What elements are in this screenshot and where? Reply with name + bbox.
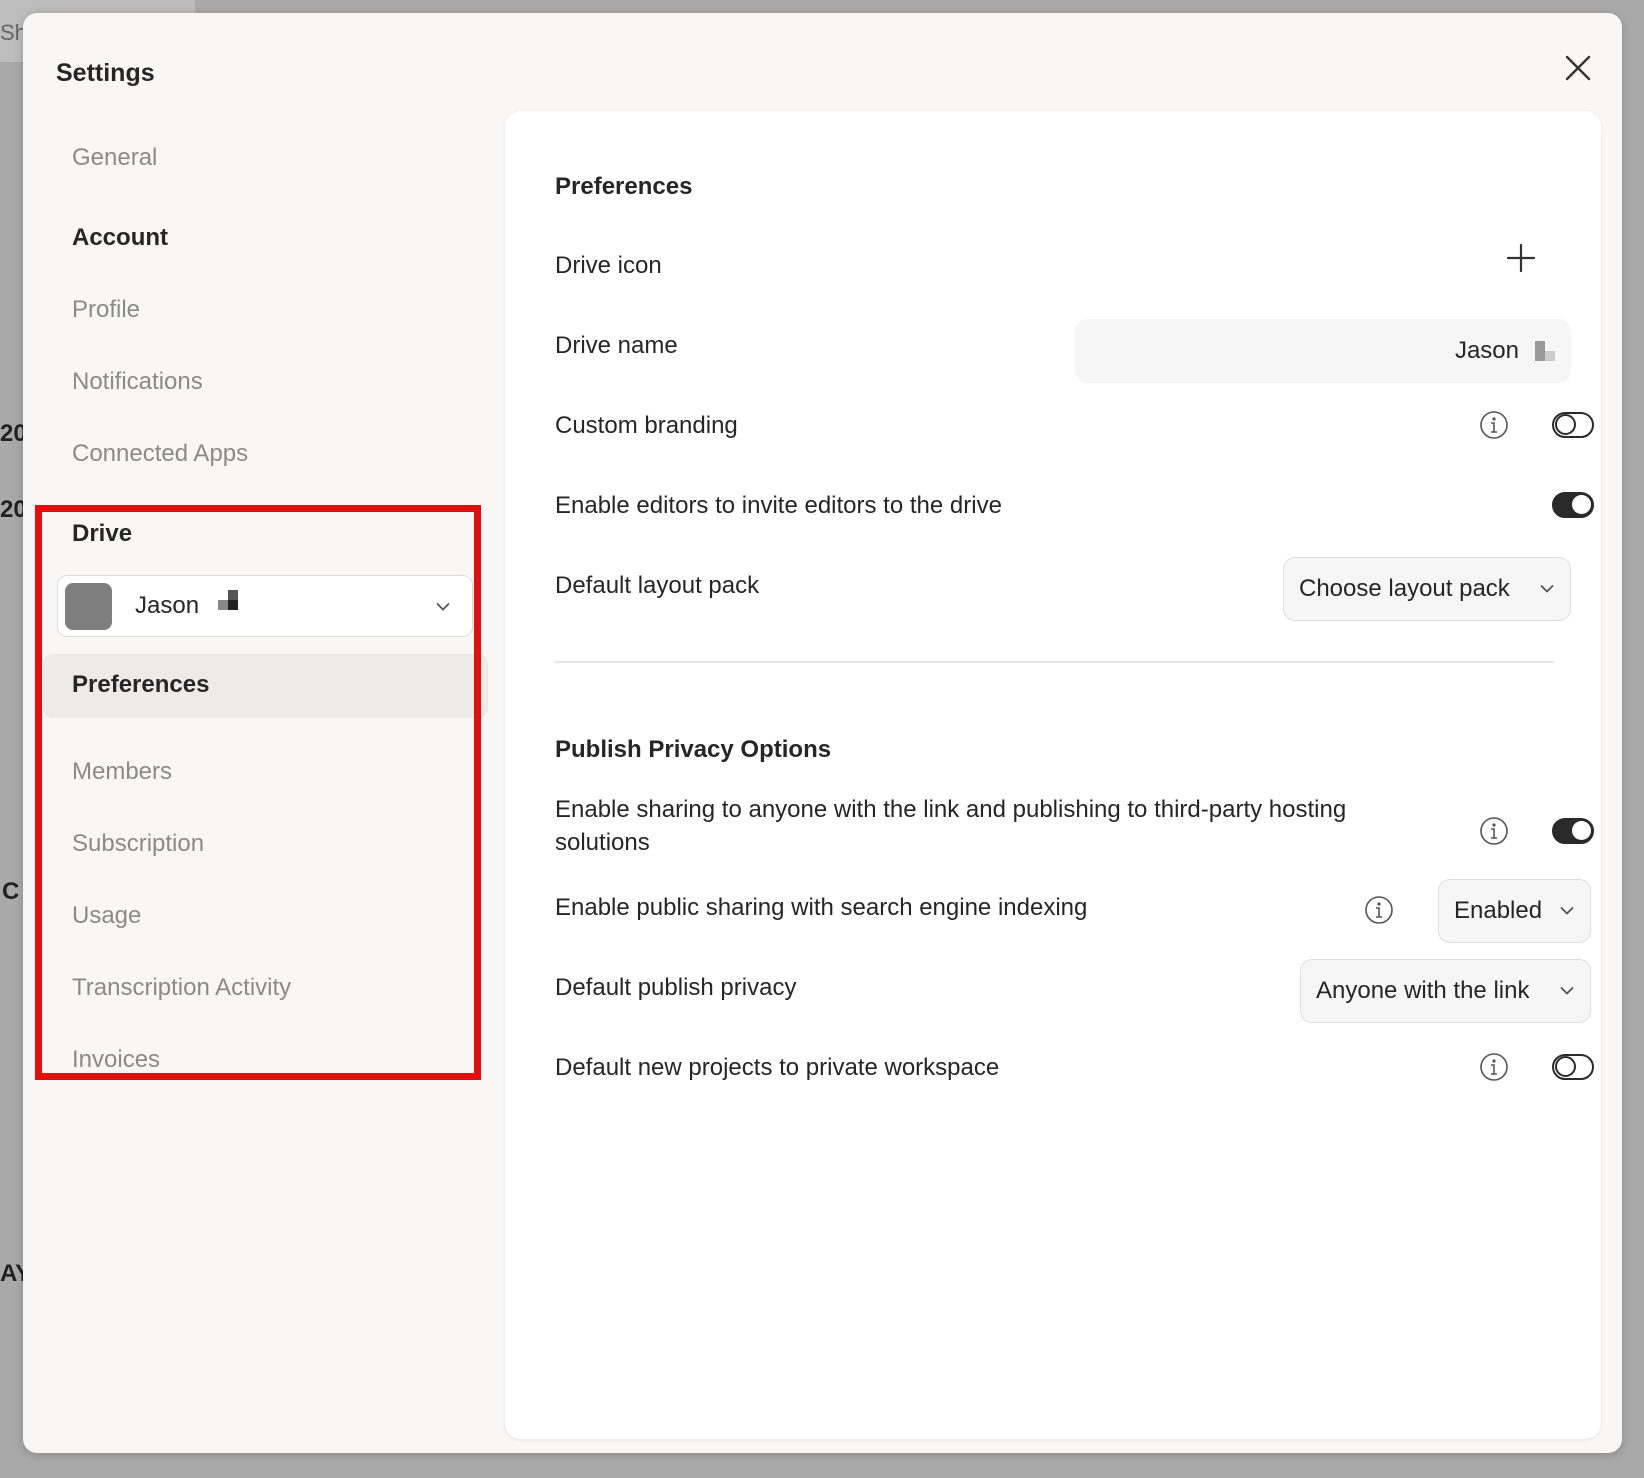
chevron-down-icon [1560, 907, 1574, 915]
sharing-toggle[interactable] [1552, 818, 1594, 844]
sidebar-item-invoices[interactable]: Invoices [72, 1046, 160, 1074]
default-privacy-select[interactable]: Anyone with the link [1300, 959, 1591, 1023]
toggle-knob [1572, 495, 1591, 514]
sidebar-item-profile[interactable]: Profile [72, 296, 140, 324]
info-icon[interactable] [1479, 1052, 1509, 1082]
indexing-label: Enable public sharing with search engine… [555, 894, 1088, 921]
layout-pack-label: Default layout pack [555, 572, 760, 599]
sidebar-item-notifications[interactable]: Notifications [72, 368, 203, 396]
private-workspace-label: Default new projects to private workspac… [555, 1054, 1000, 1081]
sidebar-heading-drive: Drive [72, 520, 133, 547]
chevron-down-icon [1560, 987, 1574, 995]
default-privacy-label: Default publish privacy [555, 974, 797, 1001]
drive-icon-label: Drive icon [555, 252, 662, 279]
drive-name-input[interactable]: Jason [1075, 319, 1571, 383]
drive-name-value: Jason [1454, 337, 1519, 364]
toggle-knob [1555, 414, 1576, 435]
sidebar-item-label: Preferences [72, 671, 210, 698]
info-icon[interactable] [1479, 816, 1509, 846]
toggle-knob [1572, 821, 1591, 840]
section-title-preferences: Preferences [555, 173, 693, 200]
close-icon [1565, 55, 1591, 81]
sidebar-item-subscription[interactable]: Subscription [72, 830, 204, 858]
sidebar: General Account Profile Notifications Co… [23, 13, 503, 1453]
sidebar-heading-account: Account [72, 224, 168, 251]
editors-invite-toggle[interactable] [1552, 492, 1594, 518]
sidebar-item-preferences[interactable]: Preferences [43, 654, 488, 718]
sidebar-item-transcription-activity[interactable]: Transcription Activity [72, 974, 291, 1002]
close-button[interactable] [1557, 47, 1599, 89]
section-divider [555, 661, 1554, 663]
info-icon[interactable] [1364, 895, 1394, 925]
sharing-label: Enable sharing to anyone with the link a… [555, 796, 1347, 856]
layout-pack-select[interactable]: Choose layout pack [1283, 557, 1571, 621]
preferences-panel: Preferences Drive icon Drive name Jason … [505, 111, 1601, 1439]
section-title-publish: Publish Privacy Options [555, 736, 832, 763]
private-workspace-toggle[interactable] [1552, 1054, 1594, 1080]
sidebar-item-members[interactable]: Members [72, 758, 172, 786]
chevron-down-icon [1540, 585, 1554, 593]
drive-selector-value: Jason [135, 592, 200, 619]
plus-icon [1506, 243, 1536, 273]
drive-avatar [65, 583, 112, 630]
indexing-select[interactable]: Enabled [1438, 879, 1591, 943]
layout-pack-value: Choose layout pack [1299, 575, 1510, 602]
drive-name-label: Drive name [555, 332, 678, 359]
custom-branding-label: Custom branding [555, 412, 738, 439]
background-fragment: C [2, 878, 20, 905]
info-icon[interactable] [1479, 410, 1509, 440]
add-drive-icon-button[interactable] [1504, 241, 1538, 275]
drive-selector[interactable]: Jason [57, 575, 473, 637]
chevron-down-icon [436, 603, 450, 611]
sidebar-item-usage[interactable]: Usage [72, 902, 141, 930]
default-privacy-value: Anyone with the link [1316, 977, 1530, 1004]
custom-branding-toggle[interactable] [1552, 412, 1594, 438]
indexing-value: Enabled [1454, 897, 1543, 924]
sidebar-item-connected-apps[interactable]: Connected Apps [72, 440, 248, 468]
toggle-knob [1555, 1056, 1576, 1077]
editors-invite-label: Enable editors to invite editors to the … [555, 492, 1002, 519]
settings-modal: Settings General Account Profile Notific… [23, 13, 1622, 1453]
sidebar-item-general[interactable]: General [72, 144, 157, 172]
